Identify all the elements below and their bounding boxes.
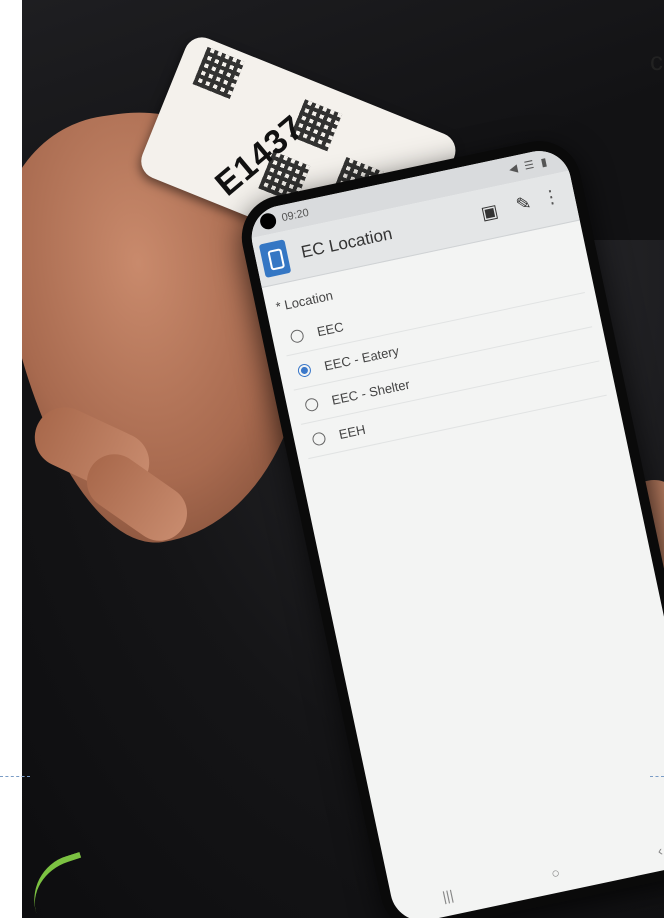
option-label: EEC (315, 318, 345, 339)
more-menu-button[interactable]: ⋮ (540, 185, 562, 209)
camera-icon (258, 211, 278, 231)
pen-icon: ✎ (514, 192, 533, 216)
app-logo-icon (258, 239, 292, 278)
radio-button[interactable] (311, 430, 327, 447)
option-label: EEC - Eatery (322, 342, 401, 374)
option-label: EEC - Shelter (330, 376, 411, 408)
option-label: EEH (337, 421, 367, 442)
more-vert-icon: ⋮ (540, 185, 563, 209)
edge-text: c (650, 46, 663, 76)
status-icons: ◀ ☰ ▮ (507, 155, 551, 176)
phone: 09:20 ◀ ☰ ▮ EC Location ▣ ✎ ⋮ * Location (234, 133, 664, 918)
home-button[interactable]: ○ (550, 864, 562, 881)
save-icon: ▣ (479, 200, 500, 224)
page-title: EC Location (299, 223, 394, 262)
photo-scene: E1437 09:20 ◀ ☰ ▮ EC Location ▣ ✎ ⋮ * Lo… (22, 0, 664, 918)
recent-apps-button[interactable]: ||| (441, 887, 455, 905)
back-button[interactable]: ‹ (656, 842, 664, 859)
status-time: 09:20 (280, 206, 310, 225)
nav-bar: ||| ○ ‹ (389, 820, 664, 918)
dashed-divider (650, 776, 664, 777)
dashed-divider (0, 776, 30, 777)
save-button[interactable]: ▣ (479, 200, 500, 224)
radio-button-checked[interactable] (296, 362, 313, 378)
radio-button[interactable] (289, 328, 305, 344)
radio-button[interactable] (303, 396, 320, 412)
phone-screen: 09:20 ◀ ☰ ▮ EC Location ▣ ✎ ⋮ * Location (245, 145, 664, 918)
edit-button[interactable]: ✎ (514, 192, 533, 216)
qr-code-icon (192, 46, 245, 99)
